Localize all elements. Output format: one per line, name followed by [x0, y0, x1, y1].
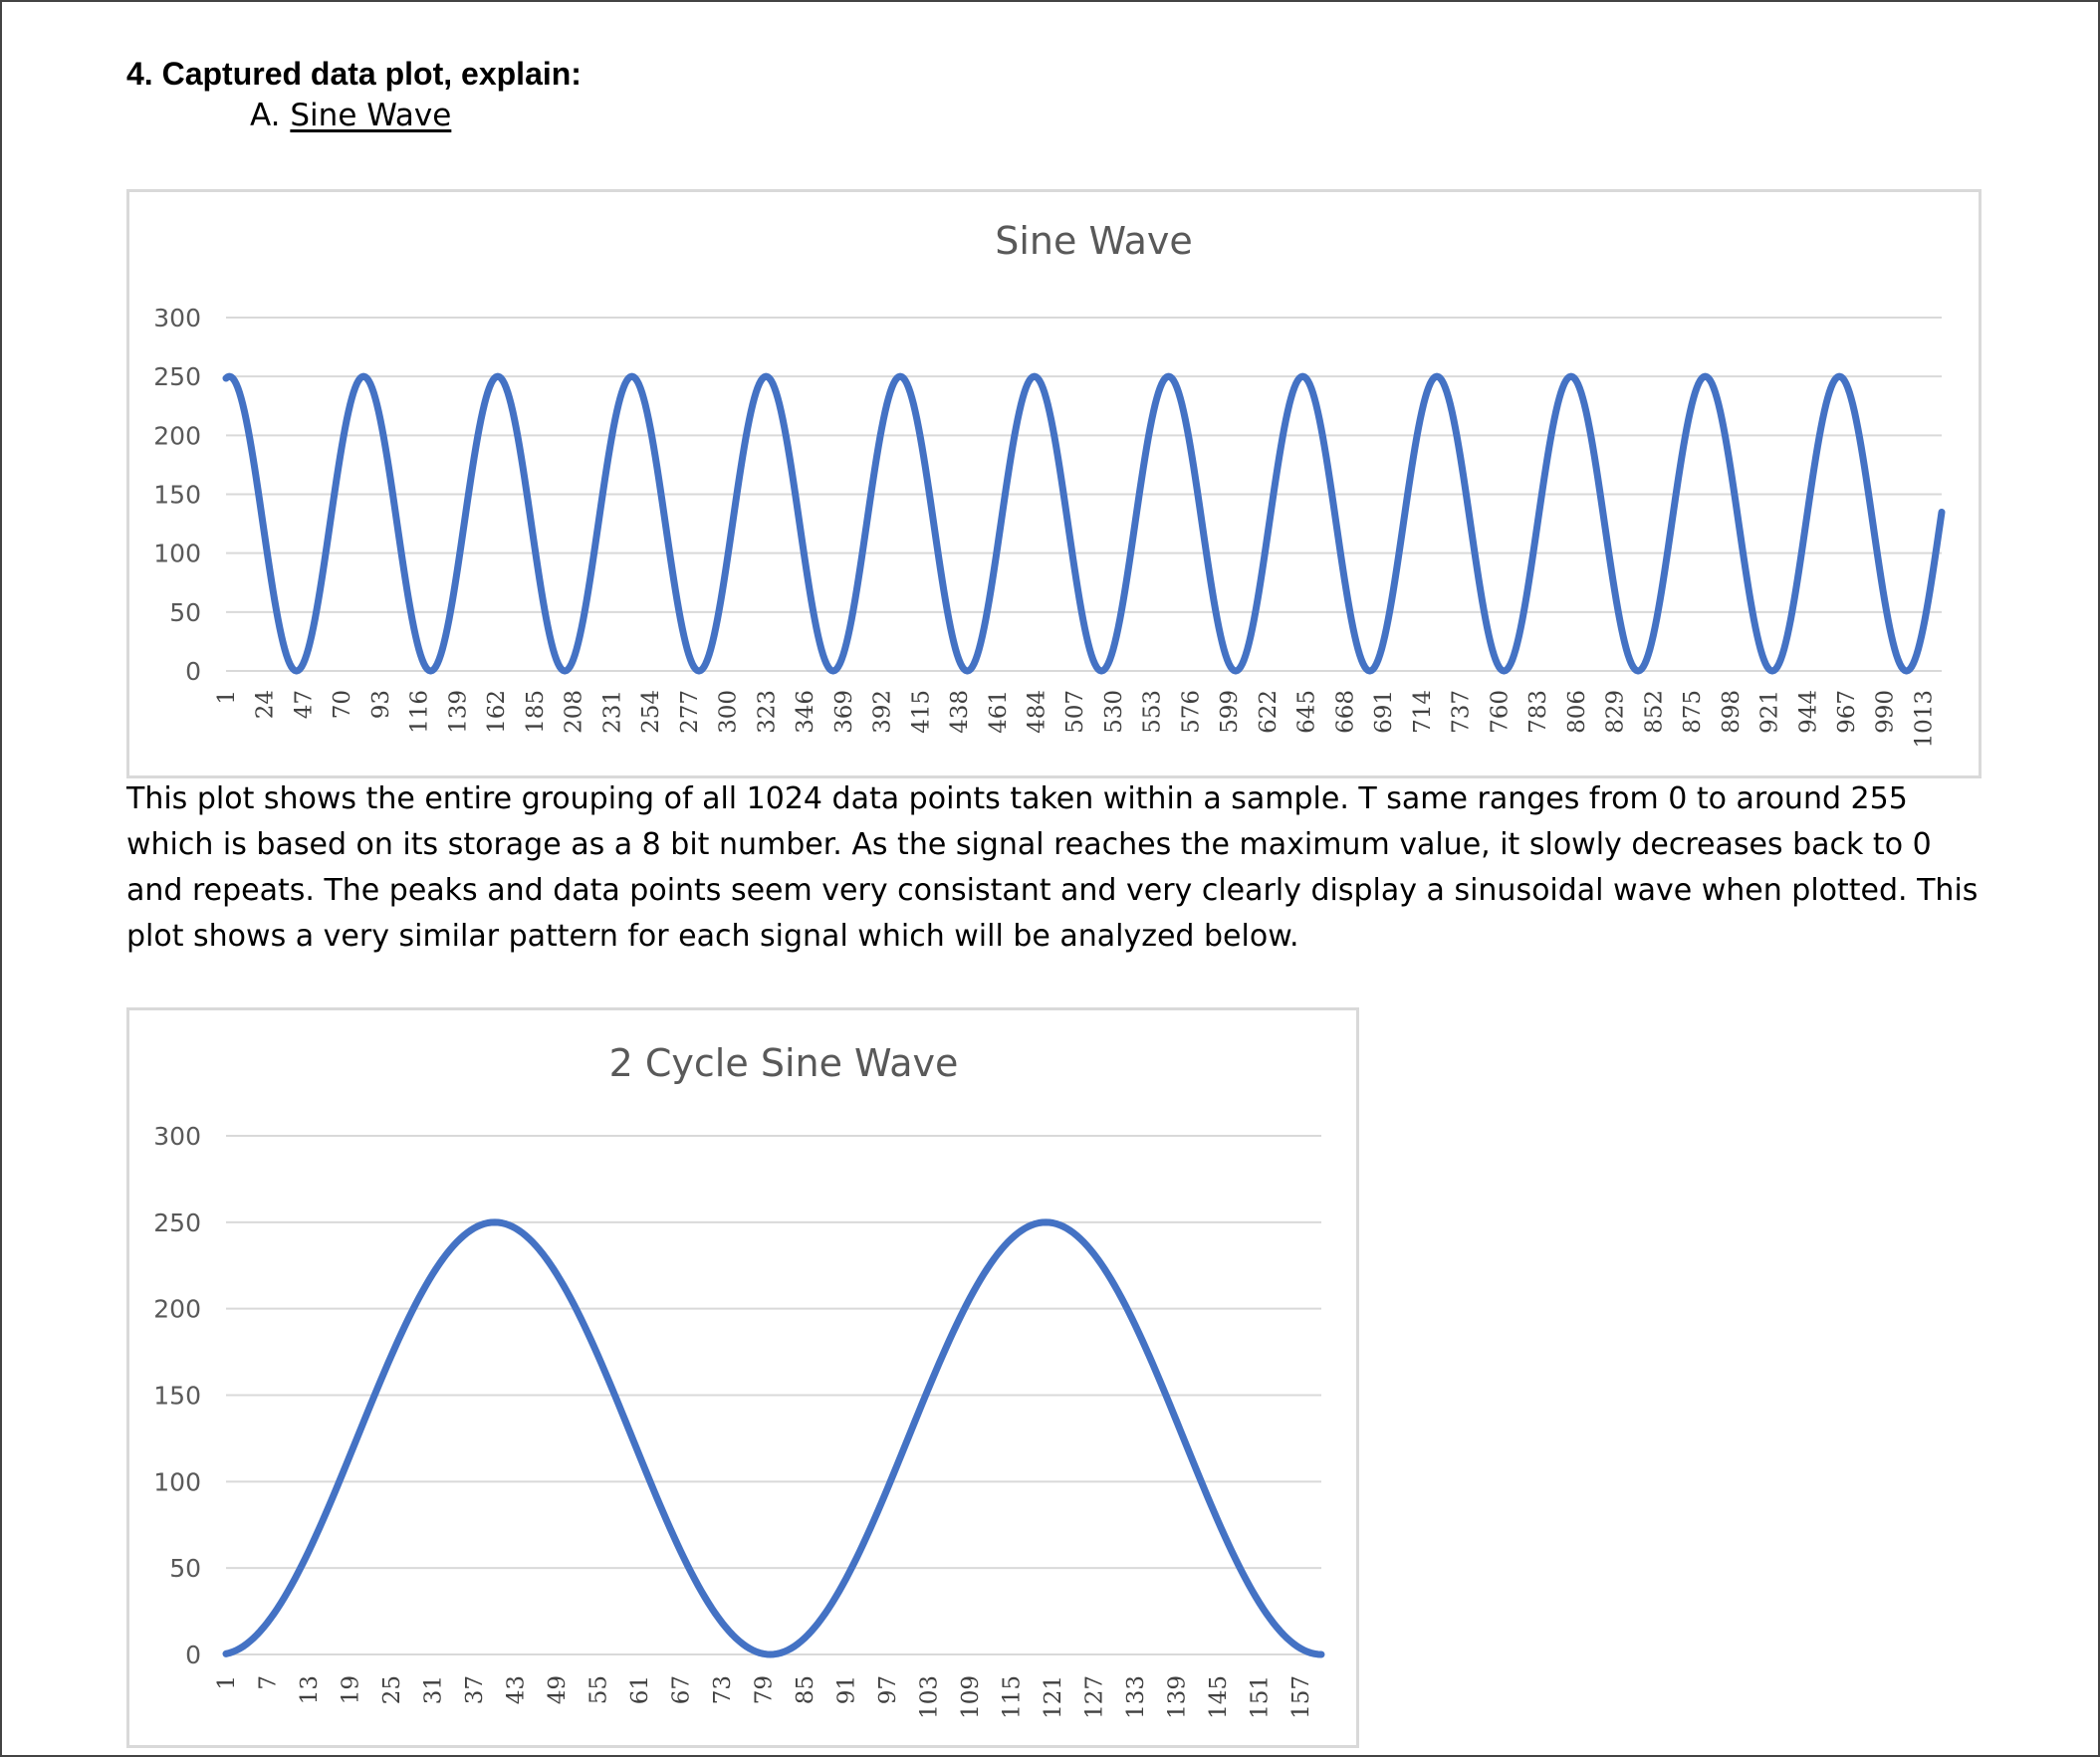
y-tick-label: 300: [153, 304, 201, 332]
x-tick-label: 1013: [1911, 690, 1937, 749]
chart-svg: Sine Wave 0 50 100 150 200 250 300 1 24 47 70 93 116 1…: [153, 219, 1946, 749]
x-tick-label: 967: [1834, 690, 1860, 734]
y-tick-label: 0: [185, 657, 201, 686]
y-tick-label: 50: [169, 1554, 201, 1583]
x-tick-label: 645: [1294, 690, 1320, 734]
x-tick-label: 151: [1248, 1675, 1274, 1719]
x-tick-label: 109: [958, 1675, 984, 1719]
x-tick-label: 806: [1564, 690, 1590, 734]
explanation-paragraph: This plot shows the entire grouping of a…: [126, 781, 1979, 954]
x-tick-label: 392: [870, 690, 896, 734]
x-tick-label: 530: [1101, 690, 1127, 734]
x-tick-label: 85: [793, 1675, 818, 1704]
x-tick-label: 13: [297, 1675, 323, 1704]
x-tick-label: 990: [1873, 690, 1899, 734]
x-tick-label: 254: [638, 690, 664, 734]
x-tick-label: 133: [1123, 1675, 1149, 1719]
x-tick-label: 103: [917, 1675, 943, 1719]
x-tick-label: 323: [754, 690, 780, 734]
chart-svg: 2 Cycle Sine Wave 0 50 100 150 200 250 300 1 7 13 1…: [153, 1041, 1325, 1719]
x-tick-label: 852: [1641, 690, 1667, 734]
subsection-prefix: A.: [250, 98, 281, 133]
x-tick-label: 93: [368, 690, 394, 719]
y-tick-label: 200: [153, 421, 201, 450]
y-tick-label: 0: [185, 1641, 201, 1669]
x-tick-label: 553: [1140, 690, 1166, 734]
x-tick-label: 31: [421, 1675, 447, 1704]
x-tick-label: 484: [1024, 690, 1050, 734]
chart-title: Sine Wave: [995, 219, 1193, 263]
x-tick-label: 37: [462, 1675, 488, 1704]
x-tick-label: 97: [875, 1675, 901, 1704]
x-tick-label: 369: [831, 690, 857, 734]
x-tick-label: 67: [669, 1675, 695, 1704]
y-tick-label: 100: [153, 540, 201, 568]
x-tick-label: 691: [1371, 690, 1397, 734]
y-tick-label: 150: [153, 481, 201, 510]
x-tick-label: 79: [752, 1675, 778, 1704]
y-tick-label: 300: [153, 1122, 201, 1151]
two-cycle-sine-wave-chart: 2 Cycle Sine Wave 0 50 100 150 200 250 300 1 7 13 1…: [126, 1007, 1359, 1748]
x-tick-label: 73: [710, 1675, 736, 1704]
x-tick-label: 145: [1206, 1675, 1232, 1719]
x-tick-label: 49: [545, 1675, 571, 1704]
x-tick-label: 127: [1082, 1675, 1108, 1719]
x-tick-label: 829: [1603, 690, 1629, 734]
x-tick-label: 461: [986, 690, 1012, 734]
x-tick-label: 115: [1000, 1675, 1026, 1719]
x-tick-label: 121: [1041, 1675, 1066, 1719]
x-tick-label: 760: [1487, 690, 1513, 734]
y-tick-label: 100: [153, 1467, 201, 1496]
x-tick-label: 300: [716, 690, 742, 734]
x-tick-label: 1: [214, 1675, 240, 1690]
x-tick-label: 25: [379, 1675, 405, 1704]
x-tick-label: 7: [256, 1675, 282, 1690]
x-tick-label: 921: [1757, 690, 1783, 734]
x-tick-label: 70: [330, 690, 355, 719]
x-tick-label: 346: [793, 690, 818, 734]
x-tick-label: 1: [214, 690, 240, 705]
x-tick-label: 139: [1165, 1675, 1191, 1719]
section-heading: 4. Captured data plot, explain:: [126, 56, 582, 92]
x-tick-label: 61: [627, 1675, 653, 1704]
x-tick-label: 162: [484, 690, 510, 734]
x-tick-label: 944: [1795, 690, 1821, 734]
x-tick-label: 668: [1332, 690, 1358, 734]
x-tick-label: 737: [1449, 690, 1475, 734]
y-tick-label: 250: [153, 1208, 201, 1237]
sine-wave-chart: Sine Wave 0 50 100 150 200 250 300 1 24 47 70 93 116 1…: [126, 189, 1982, 778]
subsection-label: Sine Wave: [290, 98, 452, 133]
x-tick-label: 43: [504, 1675, 530, 1704]
x-tick-label: 438: [947, 690, 973, 734]
chart-title: 2 Cycle Sine Wave: [609, 1041, 959, 1085]
x-tick-label: 714: [1410, 690, 1436, 734]
y-tick-label: 250: [153, 362, 201, 391]
x-tick-label: 898: [1719, 690, 1745, 734]
x-tick-label: 576: [1178, 690, 1204, 734]
x-tick-label: 185: [523, 690, 549, 734]
x-tick-label: 19: [339, 1675, 364, 1704]
y-tick-label: 50: [169, 598, 201, 627]
x-tick-label: 783: [1525, 690, 1551, 734]
x-tick-label: 875: [1680, 690, 1706, 734]
x-tick-label: 507: [1062, 690, 1088, 734]
y-tick-label: 200: [153, 1295, 201, 1324]
subsection-heading: A. Sine Wave: [250, 98, 451, 133]
sine-series-line: [222, 1218, 1325, 1658]
y-tick-label: 150: [153, 1382, 201, 1411]
x-tick-label: 91: [834, 1675, 860, 1704]
x-tick-label: 55: [586, 1675, 612, 1704]
x-tick-label: 157: [1288, 1675, 1314, 1719]
x-tick-label: 599: [1217, 690, 1243, 734]
x-tick-label: 622: [1256, 690, 1282, 734]
x-tick-label: 139: [445, 690, 471, 734]
x-tick-label: 208: [562, 690, 587, 734]
x-tick-label: 415: [908, 690, 934, 734]
x-tick-label: 47: [291, 690, 317, 719]
sine-series-line: [222, 372, 1946, 675]
x-tick-label: 24: [253, 690, 279, 719]
x-tick-label: 231: [599, 690, 625, 734]
x-tick-label: 116: [407, 690, 433, 734]
x-tick-label: 277: [677, 690, 703, 734]
